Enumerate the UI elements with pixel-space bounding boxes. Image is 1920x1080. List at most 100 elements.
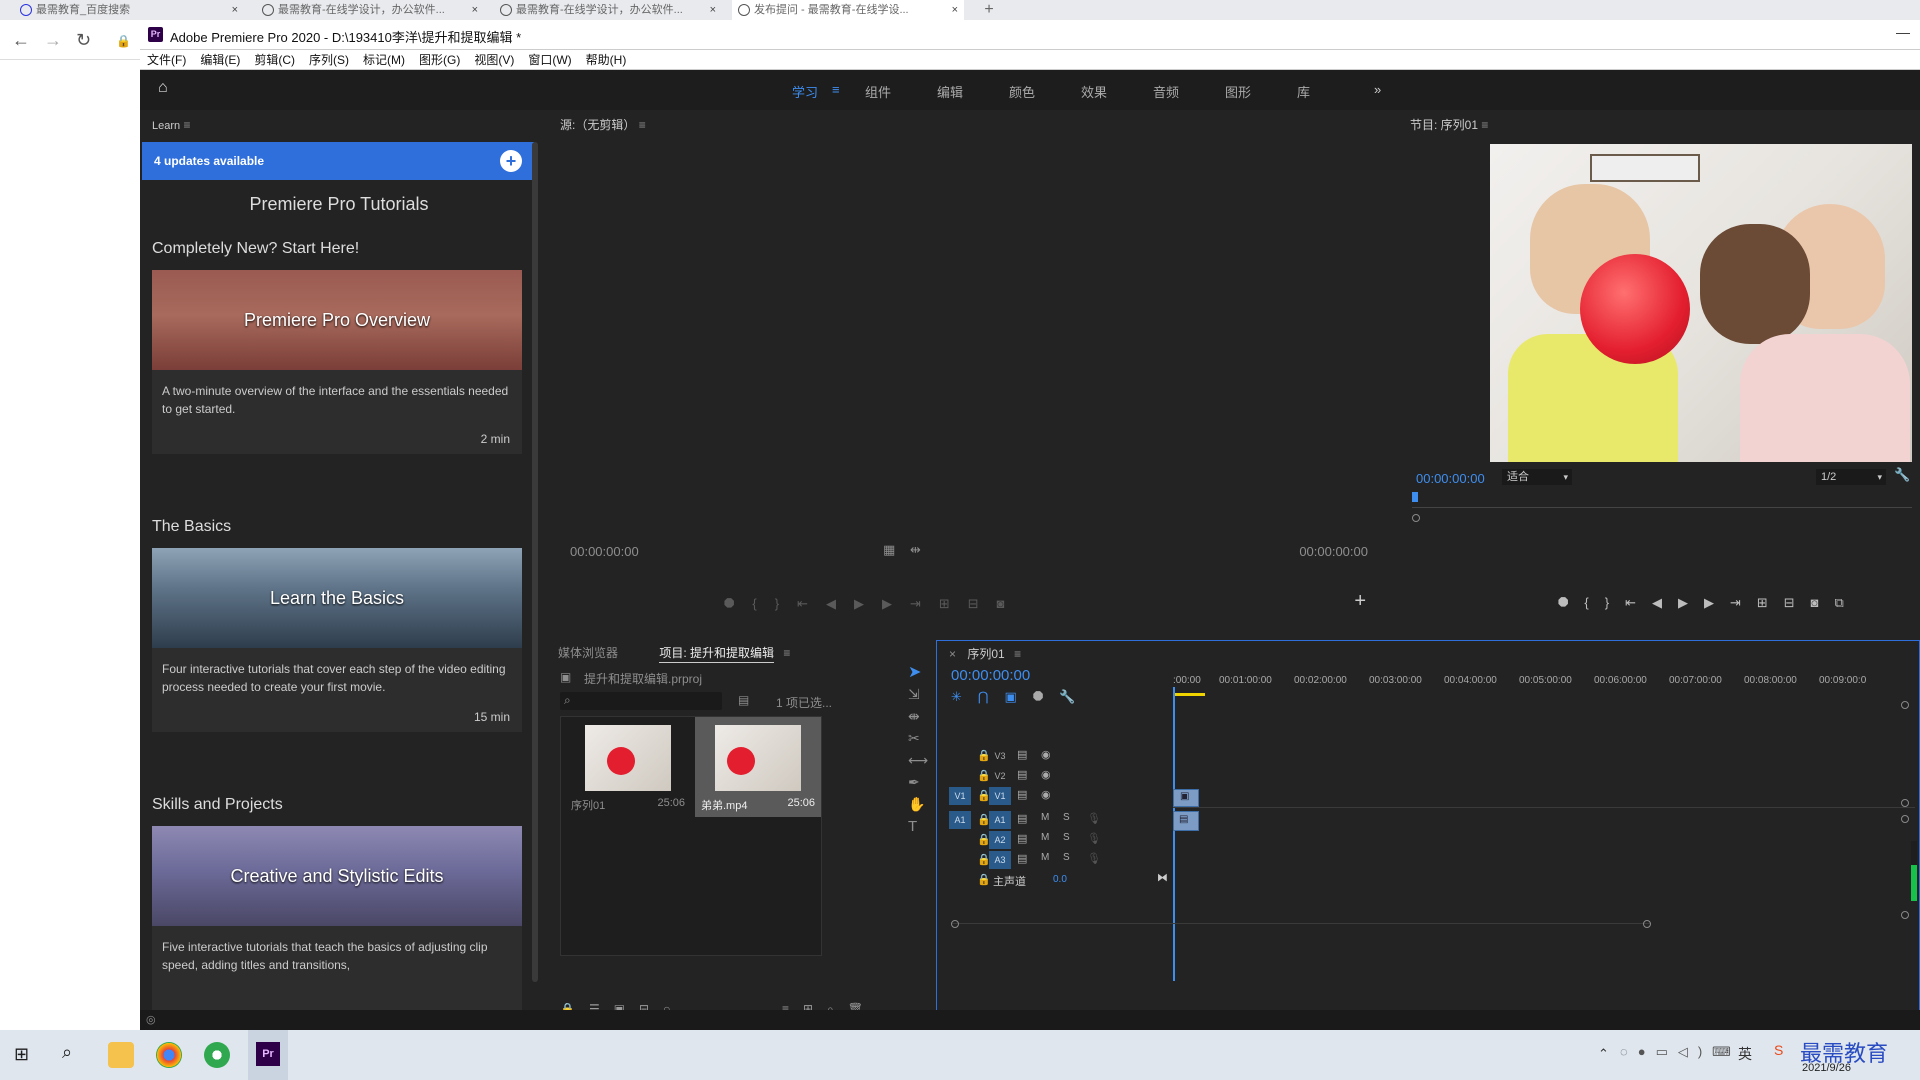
close-icon[interactable]: × [949, 647, 956, 661]
settings-wrench-icon[interactable]: 🔧 [1894, 467, 1910, 483]
track-label-v2[interactable]: V2 [989, 767, 1011, 785]
track-label-v3[interactable]: V3 [989, 747, 1011, 765]
program-timecode[interactable]: 00:00:00:00 [1416, 471, 1485, 486]
new-bin-icon[interactable]: ▤ [738, 693, 749, 707]
selection-tool-icon[interactable]: ➤ [908, 662, 921, 682]
eye-icon[interactable]: ◉ [1041, 788, 1051, 801]
close-icon[interactable]: × [232, 0, 238, 20]
menu-clip[interactable]: 剪辑(C) [247, 50, 302, 70]
timeline-playhead[interactable] [1173, 687, 1175, 981]
workspace-learn[interactable]: 学习 [792, 82, 818, 101]
tray-chevron-up-icon[interactable]: ⌃ [1598, 1046, 1609, 1062]
zoom-handle[interactable] [951, 920, 959, 928]
workspace-overflow-button[interactable]: » [1374, 82, 1381, 97]
program-time-ruler[interactable] [1412, 492, 1912, 508]
film-icon[interactable]: ▤ [1017, 748, 1027, 761]
menu-edit[interactable]: 编辑(E) [193, 50, 247, 70]
search-icon[interactable]: ⌕ [62, 1042, 72, 1063]
file-explorer-icon[interactable] [108, 1042, 134, 1068]
eye-icon[interactable]: ◉ [1041, 768, 1051, 781]
workspace-audio[interactable]: 音频 [1153, 82, 1179, 101]
close-icon[interactable]: × [472, 0, 478, 20]
horizontal-zoom-bar[interactable] [951, 920, 1651, 931]
new-tab-button[interactable]: + [974, 0, 1004, 20]
track-label-v1[interactable]: V1 [989, 787, 1011, 805]
program-zoom-bar[interactable] [1412, 514, 1912, 522]
menu-window[interactable]: 窗口(W) [521, 50, 578, 70]
tray-icons[interactable]: ◌●▭◁)⌨ [1620, 1044, 1741, 1060]
menu-markers[interactable]: 标记(M) [356, 50, 412, 70]
solo-button[interactable]: S [1063, 832, 1070, 843]
film-icon[interactable]: ▤ [1017, 832, 1027, 845]
learn-scroll-area[interactable]: 4 updates available + Premiere Pro Tutori… [140, 142, 538, 1030]
source-patch-v1[interactable]: V1 [949, 787, 971, 805]
menu-help[interactable]: 帮助(H) [579, 50, 634, 70]
mute-button[interactable]: M [1041, 812, 1049, 823]
reload-icon[interactable]: ↻ [76, 30, 91, 51]
menu-sequence[interactable]: 序列(S) [302, 50, 356, 70]
premiere-taskbar-button[interactable]: Pr [248, 1030, 288, 1080]
eye-icon[interactable]: ◉ [1041, 748, 1051, 761]
source-transport-controls[interactable]: ⯃{}⇤◀▶▶⇥⊞⊟◙ [724, 596, 1023, 612]
minimize-button[interactable]: — [1896, 24, 1910, 40]
ripple-edit-tool-icon[interactable]: ⇼ [908, 708, 920, 725]
track-label-a1[interactable]: A1 [989, 811, 1011, 829]
time-ruler[interactable]: :00:00 00:01:00:00 00:02:00:00 00:03:00:… [1173, 675, 1913, 695]
mute-button[interactable]: M [1041, 852, 1049, 863]
sequence-tab[interactable]: 序列01 [967, 647, 1004, 661]
source-patch-a1[interactable]: A1 [949, 811, 971, 829]
browser-icon[interactable] [204, 1042, 230, 1068]
workspace-effects[interactable]: 效果 [1081, 82, 1107, 101]
slip-tool-icon[interactable]: ⟷ [908, 752, 928, 769]
project-item[interactable]: 序列01 25:06 [565, 721, 691, 813]
microphone-icon[interactable]: 🎙 [1087, 852, 1101, 865]
back-icon[interactable]: ← [12, 30, 30, 51]
close-icon[interactable]: × [710, 0, 716, 20]
bow-tie-icon[interactable]: ⧓ [1157, 871, 1168, 884]
resolution-dropdown[interactable]: 1/2 ▾ [1816, 469, 1886, 485]
film-icon[interactable]: ▤ [1017, 852, 1027, 865]
tab-project[interactable]: 项目: 提升和提取编辑 [659, 646, 775, 663]
drag-audio-icon[interactable]: ⇹ [910, 542, 921, 558]
panel-menu-icon[interactable]: ≡ [639, 118, 646, 132]
video-clip[interactable]: ▣ [1173, 789, 1199, 807]
type-tool-icon[interactable]: T [908, 818, 917, 835]
source-timecode-in[interactable]: 00:00:00:00 [570, 544, 639, 559]
vertical-zoom-handle[interactable] [1901, 911, 1909, 919]
pen-tool-icon[interactable]: ✒ [908, 774, 920, 791]
panel-menu-icon[interactable]: ≡ [183, 118, 190, 132]
solo-button[interactable]: S [1063, 852, 1070, 863]
home-icon[interactable]: ⌂ [158, 79, 168, 97]
tutorial-card-overview[interactable]: Premiere Pro Overview A two-minute overv… [152, 270, 522, 454]
menu-file[interactable]: 文件(F) [140, 50, 193, 70]
program-title[interactable]: 节目: 序列01 [1410, 118, 1478, 132]
sogou-icon[interactable]: S [1774, 1042, 1783, 1058]
film-icon[interactable]: ▤ [1017, 788, 1027, 801]
windows-start-icon[interactable]: ⊞ [14, 1044, 29, 1065]
zoom-handle[interactable] [1643, 920, 1651, 928]
razor-tool-icon[interactable]: ✂ [908, 730, 920, 747]
clock-date[interactable]: 2021/9/26 [1802, 1062, 1851, 1074]
panel-menu-icon[interactable]: ≡ [1014, 647, 1021, 661]
vertical-zoom-handle[interactable] [1901, 701, 1909, 709]
browser-tab[interactable]: 最需教育-在线学设计，办公软件... × [256, 0, 484, 20]
program-video-frame[interactable] [1490, 144, 1912, 462]
mute-button[interactable]: M [1041, 832, 1049, 843]
master-volume-value[interactable]: 0.0 [1053, 874, 1067, 885]
audio-clip[interactable]: ▤ [1173, 811, 1199, 831]
track-label-a2[interactable]: A2 [989, 831, 1011, 849]
vertical-zoom-handle[interactable] [1901, 799, 1909, 807]
source-title[interactable]: 源:（无剪辑） [560, 118, 635, 132]
workspace-editing[interactable]: 编辑 [937, 82, 963, 101]
browser-tab[interactable]: 最需教育-在线学设计，办公软件... × [494, 0, 722, 20]
microphone-icon[interactable]: 🎙 [1087, 812, 1101, 825]
microphone-icon[interactable]: 🎙 [1087, 832, 1101, 845]
work-area-bar[interactable] [1173, 693, 1205, 696]
close-icon[interactable]: × [952, 0, 958, 20]
solo-button[interactable]: S [1063, 812, 1070, 823]
film-icon[interactable]: ▤ [1017, 768, 1027, 781]
tray-language[interactable]: 英 [1738, 1044, 1752, 1064]
zoom-handle[interactable] [1412, 514, 1420, 522]
program-transport-controls[interactable]: ⯃{}⇤◀▶▶⇥⊞⊟◙⧉ [1558, 595, 1860, 611]
workspace-graphics[interactable]: 图形 [1225, 82, 1251, 101]
